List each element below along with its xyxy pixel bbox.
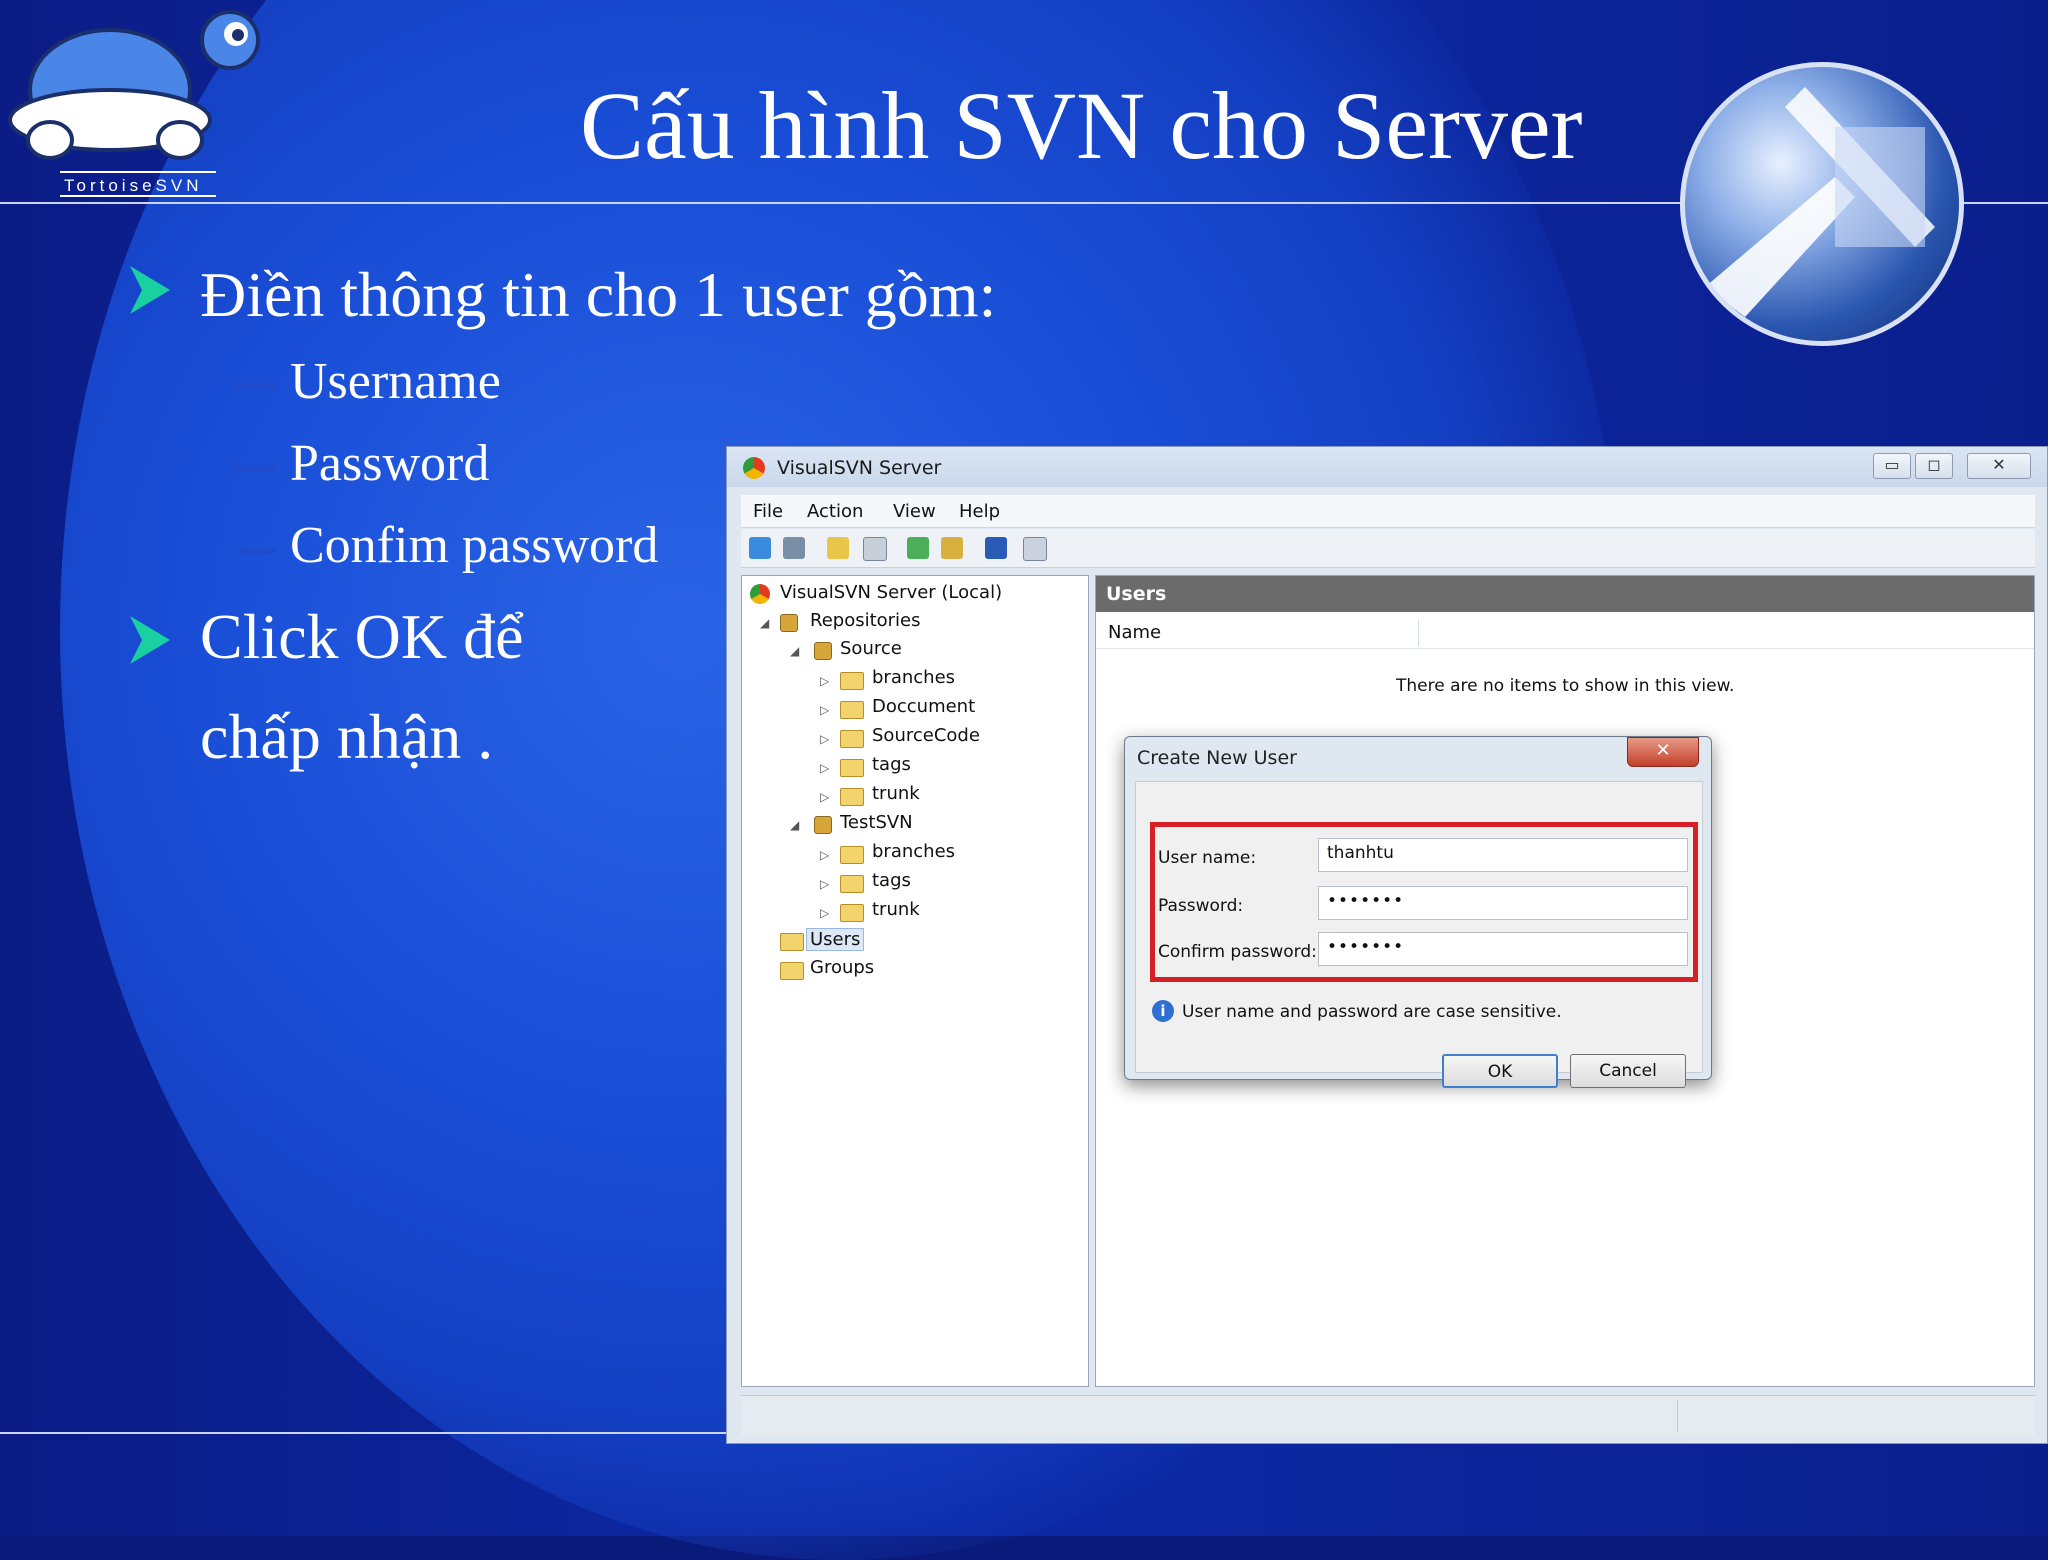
window-titlebar[interactable]: VisualSVN Server ▭ ◻ ✕: [727, 447, 2047, 487]
sub-item-password: Password: [290, 435, 490, 492]
forward-icon[interactable]: [783, 537, 805, 559]
folder-icon: [840, 759, 864, 777]
server-icon: [750, 584, 770, 604]
folder-icon: [840, 788, 864, 806]
expand-arrow-icon[interactable]: ▷: [820, 732, 829, 746]
tree-testsvn-tags[interactable]: tags: [872, 870, 911, 891]
window-title: VisualSVN Server: [777, 457, 942, 479]
collapse-arrow-icon[interactable]: ◢: [790, 644, 799, 658]
groups-folder-icon: [780, 962, 804, 980]
tree-source-branches[interactable]: branches: [872, 667, 955, 688]
expand-arrow-icon[interactable]: ▷: [820, 906, 829, 920]
tree-testsvn[interactable]: TestSVN: [840, 812, 913, 833]
status-bar: [741, 1395, 2035, 1436]
globe-image: [1680, 62, 1964, 346]
minimize-button[interactable]: ▭: [1873, 453, 1911, 479]
menu-view[interactable]: View: [893, 501, 936, 522]
bullet-text-1: Điền thông tin cho 1 user gồm:: [200, 259, 997, 330]
tree-repositories[interactable]: Repositories: [810, 610, 921, 631]
confirm-password-input[interactable]: •••••••: [1318, 932, 1688, 966]
navigation-tree: VisualSVN Server (Local) ◢ Repositories …: [741, 575, 1089, 1387]
dialog-title: Create New User: [1137, 747, 1297, 769]
folder-icon: [840, 672, 864, 690]
tree-users[interactable]: Users: [806, 928, 865, 951]
slide-title: Cấu hình SVN cho Server: [580, 72, 1583, 179]
back-icon[interactable]: [749, 537, 771, 559]
help-icon[interactable]: [985, 537, 1007, 559]
password-label: Password:: [1158, 896, 1244, 916]
sub-bullet-dash: [236, 548, 276, 554]
expand-arrow-icon[interactable]: ▷: [820, 790, 829, 804]
tree-groups[interactable]: Groups: [810, 957, 874, 978]
username-input[interactable]: thanhtu: [1318, 838, 1688, 872]
sub-item-username: Username: [290, 353, 501, 410]
tree-source-sourcecode[interactable]: SourceCode: [872, 725, 980, 746]
folder-icon: [840, 875, 864, 893]
tree-source-doccument[interactable]: Doccument: [872, 696, 975, 717]
tree-source[interactable]: Source: [840, 638, 902, 659]
repositories-icon: [780, 614, 798, 632]
empty-view-message: There are no items to show in this view.: [1396, 676, 1735, 696]
expand-arrow-icon[interactable]: ▷: [820, 674, 829, 688]
expand-arrow-icon[interactable]: ▷: [820, 703, 829, 717]
sub-item-confirm: Confim password: [290, 517, 659, 574]
logo-text: TortoiseSVN: [64, 176, 203, 195]
expand-arrow-icon[interactable]: ▷: [820, 761, 829, 775]
maximize-button[interactable]: ◻: [1915, 453, 1953, 479]
column-header-row: Name: [1096, 618, 2034, 649]
tree-source-tags[interactable]: tags: [872, 754, 911, 775]
info-message: User name and password are case sensitiv…: [1182, 1002, 1562, 1022]
tree-testsvn-trunk[interactable]: trunk: [872, 899, 920, 920]
tree-testsvn-branches[interactable]: branches: [872, 841, 955, 862]
folder-icon: [840, 701, 864, 719]
dialog-close-button[interactable]: ✕: [1627, 737, 1699, 767]
content-header-title: Users: [1106, 583, 1167, 605]
menu-help[interactable]: Help: [959, 501, 1000, 522]
menu-file[interactable]: File: [753, 501, 783, 522]
visualsvn-icon: [743, 457, 765, 479]
menu-action[interactable]: Action: [807, 501, 863, 522]
expand-arrow-icon[interactable]: ▷: [820, 877, 829, 891]
refresh-icon[interactable]: [907, 537, 929, 559]
up-folder-icon[interactable]: [827, 537, 849, 559]
folder-icon: [840, 904, 864, 922]
column-separator[interactable]: [1418, 620, 1419, 646]
properties-icon[interactable]: [1023, 537, 1047, 561]
close-button[interactable]: ✕: [1967, 453, 2031, 479]
info-icon: i: [1152, 1000, 1174, 1022]
users-folder-icon: [780, 933, 804, 951]
password-input[interactable]: •••••••: [1318, 886, 1688, 920]
toolbar: [741, 529, 2035, 568]
folder-icon: [840, 730, 864, 748]
repository-icon: [814, 816, 832, 834]
tortoisesvn-logo: [0, 0, 280, 200]
menu-bar: File Action View Help: [741, 495, 2035, 528]
content-header: Users: [1096, 576, 2034, 612]
repository-icon: [814, 642, 832, 660]
column-name-header[interactable]: Name: [1108, 622, 1161, 643]
expand-arrow-icon[interactable]: ▷: [820, 848, 829, 862]
bullet-arrow-icon: [130, 616, 170, 664]
tree-source-trunk[interactable]: trunk: [872, 783, 920, 804]
bullet-text-2a: Click OK để: [200, 601, 524, 672]
sub-bullet-dash: [236, 466, 276, 472]
show-hide-tree-icon[interactable]: [863, 537, 887, 561]
cancel-button[interactable]: Cancel: [1570, 1054, 1686, 1088]
status-divider: [1677, 1400, 1678, 1432]
ok-button[interactable]: OK: [1442, 1054, 1558, 1088]
bottom-divider: [0, 1432, 730, 1434]
username-label: User name:: [1158, 848, 1257, 868]
folder-icon: [840, 846, 864, 864]
sub-bullet-dash: [236, 384, 276, 390]
collapse-arrow-icon[interactable]: ◢: [790, 818, 799, 832]
export-icon[interactable]: [941, 537, 963, 559]
collapse-arrow-icon[interactable]: ◢: [760, 616, 769, 630]
bullet-arrow-icon: [130, 266, 170, 314]
bullet-text-2b: chấp nhận .: [200, 701, 494, 772]
create-new-user-dialog: Create New User ✕ User name: thanhtu Pas…: [1124, 736, 1712, 1088]
confirm-password-label: Confirm password:: [1158, 942, 1317, 962]
tree-root[interactable]: VisualSVN Server (Local): [780, 582, 1002, 603]
dialog-body: User name: thanhtu Password: ••••••• Con…: [1135, 781, 1703, 1088]
